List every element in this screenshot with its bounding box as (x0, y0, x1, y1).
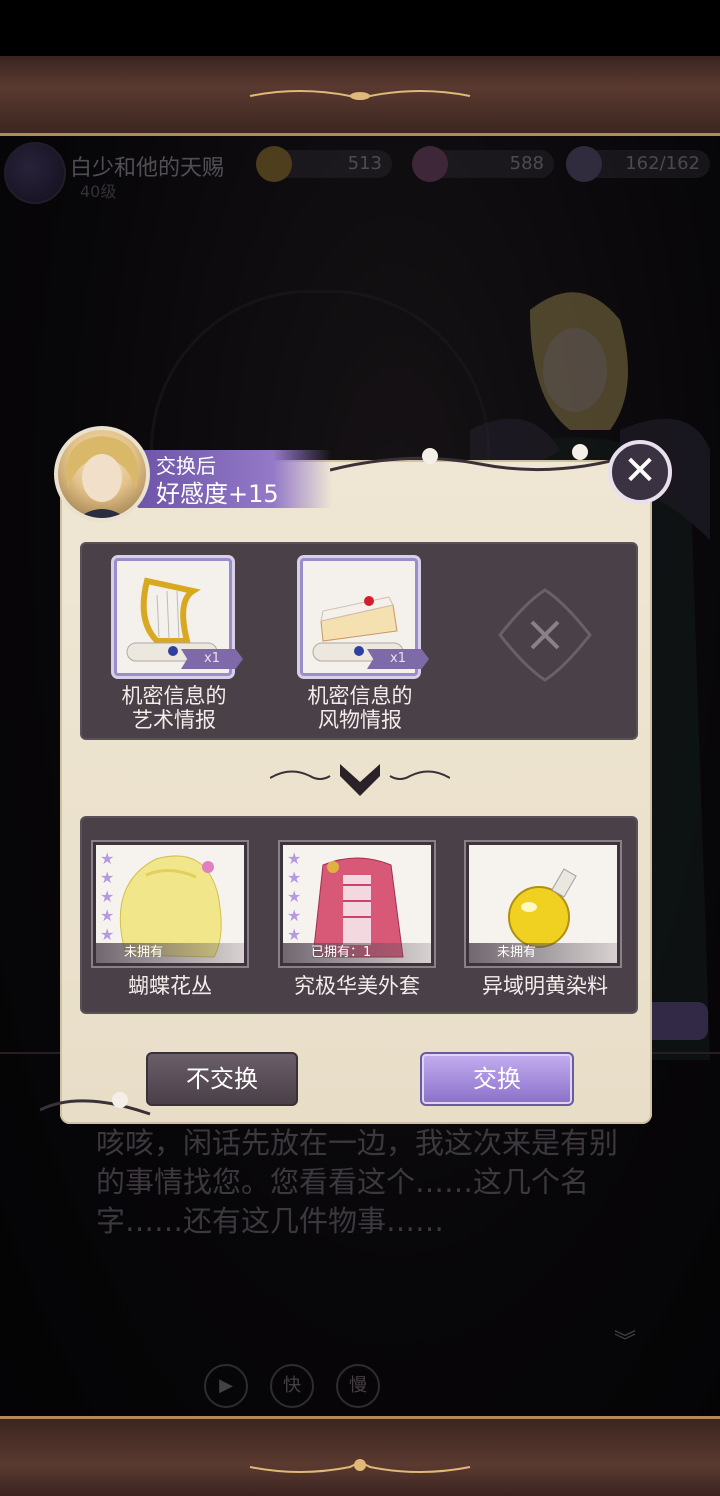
cost-item-name-line1: 机密信息的 (121, 684, 227, 708)
cost-item-name: 机密信息的 风物情报 (280, 684, 440, 732)
close-button[interactable]: ✕ (608, 440, 672, 504)
cost-item-name-line2: 艺术情报 (132, 708, 216, 732)
character-avatar (54, 426, 150, 522)
arrow-divider-icon (270, 764, 450, 796)
reward-name: 究极华美外套 (294, 974, 420, 998)
reward-card[interactable]: ★ ★ ★ ★ ★ 已拥有：1 (278, 840, 436, 968)
reward-name: 异域明黄染料 (482, 974, 608, 998)
cost-item-card[interactable]: x1 (114, 558, 243, 676)
cost-item-card[interactable]: x1 (300, 558, 429, 676)
close-icon: ✕ (623, 448, 657, 494)
confirm-exchange-button[interactable]: 交换 (420, 1052, 574, 1106)
cost-item-name-line2: 风物情报 (318, 708, 402, 732)
reward-card[interactable]: ★ ★ ★ ★ ★ 未拥有 (91, 840, 249, 968)
empty-slot-icon (498, 588, 592, 682)
rarity-stars: ★ ★ ★ ★ ★ (287, 849, 302, 944)
rarity-stars: ★ ★ ★ ★ ★ (100, 849, 115, 944)
character-face-icon (66, 436, 138, 518)
system-status-bar (0, 0, 720, 56)
quantity-badge: x1 (367, 649, 429, 669)
bottom-ornament-icon (249, 1459, 471, 1473)
top-ornament-icon (249, 90, 471, 100)
bottom-ornate-frame (0, 1416, 720, 1496)
decline-button[interactable]: 不交换 (146, 1052, 298, 1106)
top-ornate-frame (0, 56, 720, 136)
ownership-label: 未拥有 (96, 943, 244, 963)
ownership-label: 未拥有 (469, 943, 617, 963)
reward-name: 蝴蝶花丛 (128, 974, 212, 998)
quantity-badge: x1 (181, 649, 243, 669)
cost-item-name-line1: 机密信息的 (307, 684, 413, 708)
ownership-label: 已拥有：1 (283, 943, 431, 963)
affection-bonus: 好感度+15 (156, 480, 279, 508)
cost-item-name: 机密信息的 艺术情报 (94, 684, 254, 732)
reward-card[interactable]: 未拥有 (464, 840, 622, 968)
vine-bottom-icon (40, 1092, 151, 1116)
